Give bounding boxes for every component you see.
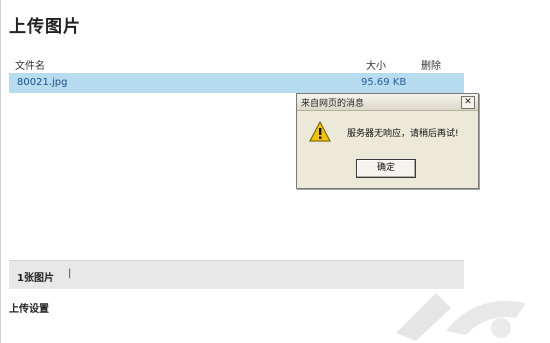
- logo-watermark: [396, 293, 526, 341]
- close-button[interactable]: ✕: [461, 96, 475, 109]
- file-row[interactable]: 80021.jpg 95.69 KB: [9, 73, 464, 93]
- page-border: [0, 0, 1, 343]
- file-name: 80021.jpg: [17, 77, 68, 88]
- dialog-message: 服务器无响应，请稍后再试!: [347, 129, 459, 139]
- upload-settings-heading: 上传设置: [9, 304, 49, 315]
- column-header-delete: 删除: [421, 61, 441, 72]
- dialog-title: 来自网页的消息: [301, 99, 365, 109]
- file-size: 95.69 KB: [361, 77, 407, 88]
- warning-icon: [309, 121, 331, 142]
- column-header-size: 大小: [366, 61, 386, 72]
- footer-separator: |: [68, 268, 72, 279]
- dialog-titlebar[interactable]: 来自网页的消息 ✕: [297, 94, 478, 111]
- close-icon: ✕: [464, 97, 472, 107]
- image-count: 1张图片: [17, 273, 54, 284]
- ok-button[interactable]: 确定: [356, 159, 416, 178]
- list-header: 文件名 大小 删除: [9, 53, 464, 74]
- page-title: 上传图片: [9, 17, 81, 37]
- alert-dialog: 来自网页的消息 ✕ 服务器无响应，请稍后再试! 确定: [296, 93, 479, 189]
- column-header-name: 文件名: [15, 61, 45, 72]
